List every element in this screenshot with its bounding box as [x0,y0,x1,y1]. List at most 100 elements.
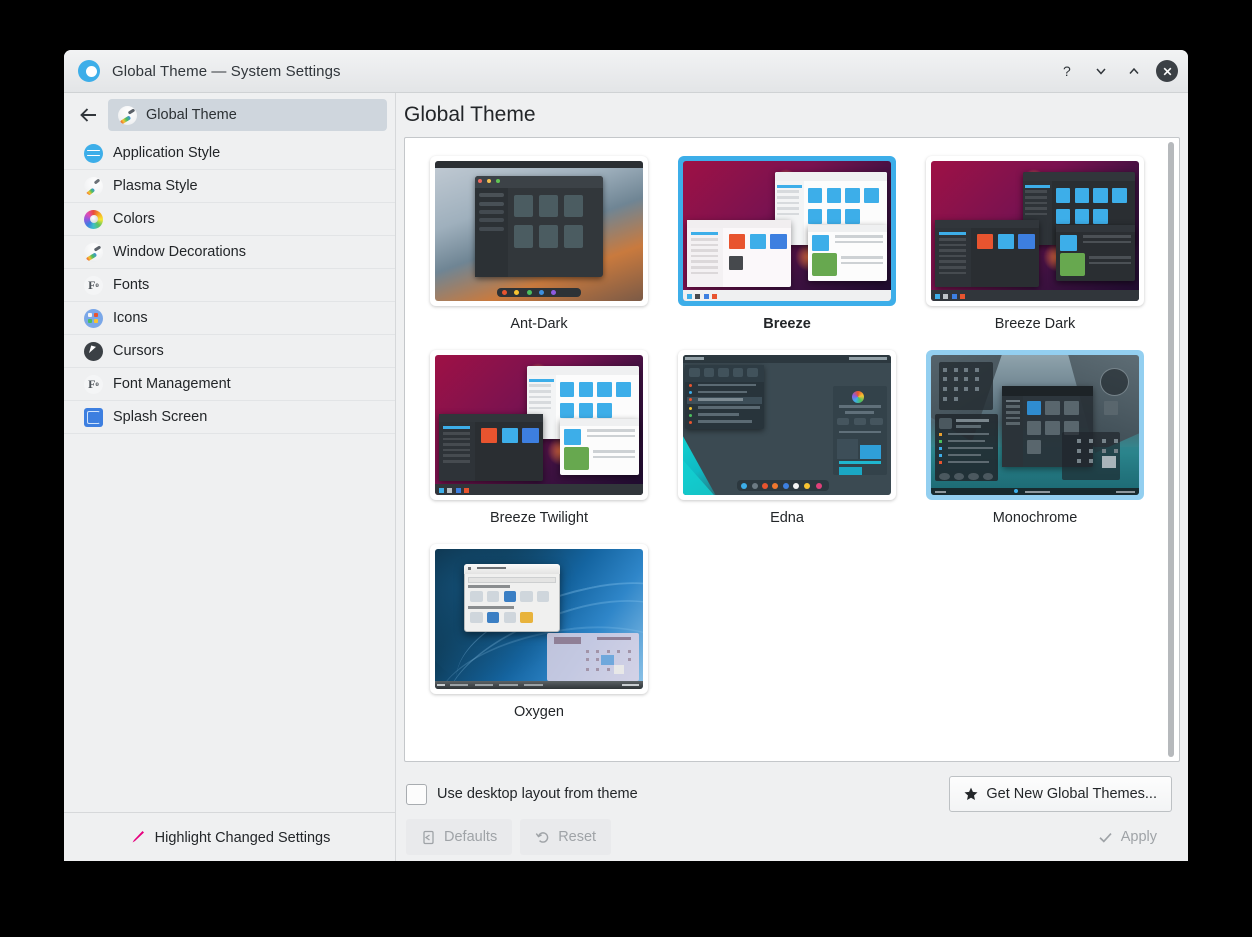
checkbox-label: Use desktop layout from theme [437,786,638,802]
theme-thumbnail-wrap [430,544,648,694]
minimize-button[interactable] [1086,56,1116,86]
highlight-changed-settings-label: Highlight Changed Settings [154,829,331,846]
themes-frame: Ant-Dark Breeze Breeze Dark Breeze Twili… [404,137,1180,762]
sidebar-item-label: Colors [113,211,155,227]
sidebar-item-font-management[interactable]: Fo Font Management [64,368,395,401]
reset-button[interactable]: Reset [520,819,612,855]
theme-card-breeze-twilight[interactable]: Breeze Twilight [415,342,663,536]
bottom-area: Use desktop layout from theme Get New Gl… [396,762,1188,861]
plasma-logo-icon [78,60,100,82]
themes-vertical-scrollbar[interactable] [1163,138,1179,761]
sidebar-item-application-style[interactable]: Application Style [64,137,395,170]
sidebar: Global Theme Application Style Plasma St… [64,93,396,861]
defaults-icon [423,830,434,844]
theme-thumbnail-oxygen [435,549,643,689]
theme-label: Breeze Twilight [489,510,589,526]
theme-card-breeze-dark[interactable]: Breeze Dark [911,148,1159,342]
star-icon [964,787,978,800]
sidebar-item-label: Plasma Style [113,178,198,194]
sidebar-item-label: Application Style [113,145,221,161]
theme-thumbnail-wrap [678,350,896,500]
theme-thumbnail-breeze [683,161,891,301]
sidebar-item-cursors[interactable]: Cursors [64,335,395,368]
bottom-row-actions: Defaults Reset Apply [404,812,1180,861]
theme-thumbnail-wrap [430,156,648,306]
highlight-changed-settings-button[interactable]: Highlight Changed Settings [64,812,395,861]
fonts-icon: Fo [84,275,103,295]
font-management-icon: Fo [84,374,103,394]
close-button[interactable] [1156,60,1178,82]
theme-card-ant-dark[interactable]: Ant-Dark [415,148,663,342]
breadcrumb: Global Theme [64,93,395,137]
window-body: Global Theme Application Style Plasma St… [64,93,1188,861]
theme-thumbnail-wrap [678,156,896,306]
get-new-global-themes-button[interactable]: Get New Global Themes... [949,776,1172,812]
theme-label: Breeze [763,316,811,332]
theme-label: Ant-Dark [510,316,568,332]
svg-text:?: ? [1063,64,1071,79]
reset-label: Reset [558,829,597,845]
application-style-icon [84,143,103,163]
theme-thumbnail-wrap [430,350,648,500]
defaults-label: Defaults [444,829,498,845]
breadcrumb-item-global-theme[interactable]: Global Theme [108,99,387,131]
sidebar-item-splash-screen[interactable]: Splash Screen [64,401,395,434]
scrollbar-handle[interactable] [1168,142,1174,757]
cursors-icon [84,341,103,361]
theme-label: Edna [770,510,804,526]
main-header: Global Theme [396,93,1188,137]
global-theme-icon [118,105,137,125]
titlebar: Global Theme — System Settings ? [64,50,1188,93]
sidebar-item-label: Splash Screen [113,409,208,425]
checkbox-box[interactable] [406,783,427,805]
theme-thumbnail-monochrome [931,355,1139,495]
brush-icon [132,831,144,843]
defaults-button[interactable]: Defaults [406,819,513,855]
system-settings-window: Global Theme — System Settings ? Global … [64,50,1188,861]
apply-label: Apply [1120,829,1157,845]
sidebar-item-label: Font Management [113,376,231,392]
sidebar-item-plasma-style[interactable]: Plasma Style [64,170,395,203]
main-pane: Global Theme Ant-Dark Breeze Breeze Dark… [396,93,1188,861]
window-title: Global Theme — System Settings [112,62,341,80]
theme-label: Breeze Dark [994,316,1076,332]
theme-card-oxygen[interactable]: Oxygen [415,536,663,730]
sidebar-item-fonts[interactable]: Fo Fonts [64,269,395,302]
checkmark-icon [1099,832,1112,843]
maximize-button[interactable] [1119,56,1149,86]
themes-scroll-area: Ant-Dark Breeze Breeze Dark Breeze Twili… [405,138,1163,761]
theme-label: Monochrome [992,510,1078,526]
sidebar-nav-list: Application Style Plasma Style Colors Wi… [64,137,395,812]
icons-icon [84,308,103,328]
breadcrumb-label: Global Theme [146,107,237,123]
sidebar-item-label: Icons [113,310,148,326]
page-title: Global Theme [404,103,536,126]
sidebar-item-label: Fonts [113,277,150,293]
theme-thumbnail-breeze-dark [931,161,1139,301]
bottom-row-options: Use desktop layout from theme Get New Gl… [404,776,1180,812]
back-arrow-icon[interactable] [76,102,102,128]
help-button[interactable]: ? [1053,56,1083,86]
theme-card-breeze[interactable]: Breeze [663,148,911,342]
theme-thumbnail-wrap [926,350,1144,500]
theme-thumbnail-ant-dark [435,161,643,301]
sidebar-item-icons[interactable]: Icons [64,302,395,335]
sidebar-item-label: Cursors [113,343,164,359]
splash-screen-icon [84,407,103,427]
get-new-global-themes-label: Get New Global Themes... [986,786,1157,802]
theme-card-edna[interactable]: Edna [663,342,911,536]
use-desktop-layout-checkbox[interactable]: Use desktop layout from theme [406,783,638,805]
sidebar-item-label: Window Decorations [113,244,246,260]
theme-label: Oxygen [514,704,564,720]
sidebar-item-colors[interactable]: Colors [64,203,395,236]
theme-thumbnail-breeze-twilight [435,355,643,495]
undo-icon [535,831,549,843]
sidebar-item-window-decorations[interactable]: Window Decorations [64,236,395,269]
colors-icon [84,209,103,229]
window-decorations-icon [84,242,103,262]
theme-thumbnail-wrap [926,156,1144,306]
apply-button[interactable]: Apply [1083,819,1172,855]
theme-card-monochrome[interactable]: Monochrome [911,342,1159,536]
titlebar-buttons: ? [1053,50,1178,92]
plasma-style-icon [84,176,103,196]
